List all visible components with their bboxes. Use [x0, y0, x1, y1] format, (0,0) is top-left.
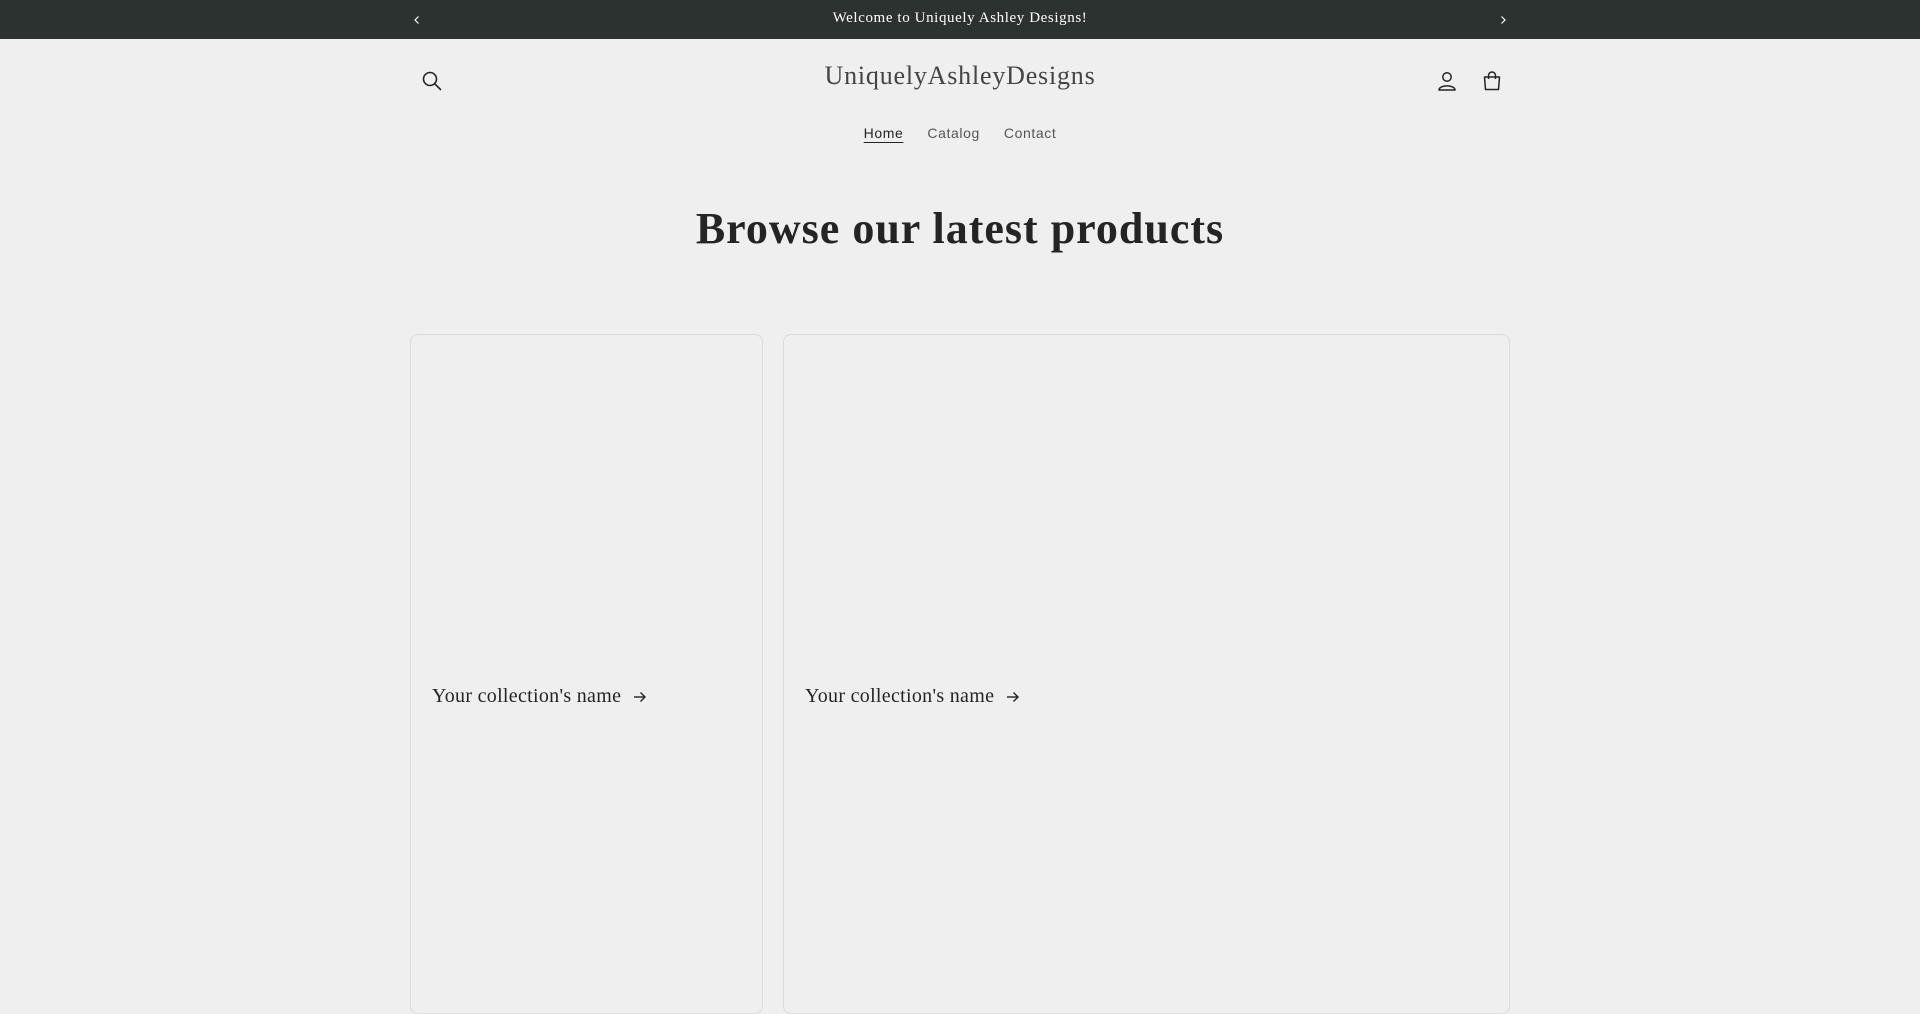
announcement-next-button[interactable]	[1491, 0, 1515, 39]
page-title: Browse our latest products	[695, 204, 1225, 253]
collection-link[interactable]: Your collection's name	[805, 685, 1020, 708]
arrow-right-icon	[1007, 691, 1020, 702]
announcement-bar: Welcome to Uniquely Ashley Designs!	[0, 0, 1920, 39]
collection-name: Your collection's name	[432, 685, 622, 707]
cart-button[interactable]	[1474, 63, 1510, 99]
announcement-message: Welcome to Uniquely Ashley Designs!	[832, 10, 1088, 26]
collection-name: Your collection's name	[805, 685, 995, 707]
collection-link[interactable]: Your collection's name	[432, 685, 647, 708]
nav-item-contact[interactable]: Contact	[992, 121, 1068, 145]
nav-item-catalog[interactable]: Catalog	[915, 121, 991, 145]
nav-item-home[interactable]: Home	[852, 121, 916, 145]
chevron-right-icon	[1501, 15, 1506, 24]
account-button[interactable]	[1429, 63, 1465, 99]
arrow-right-icon	[634, 691, 647, 702]
collection-card[interactable]: Your collection's name	[410, 334, 763, 1014]
site-header: UniquelyAshleyDesigns Home Catalog Conta…	[0, 39, 1920, 159]
site-logo[interactable]: UniquelyAshleyDesigns	[0, 61, 1920, 91]
cart-icon	[1483, 71, 1501, 91]
main-nav: Home Catalog Contact	[0, 121, 1920, 145]
account-icon	[1438, 72, 1456, 91]
collection-card[interactable]: Your collection's name	[783, 334, 1510, 1014]
